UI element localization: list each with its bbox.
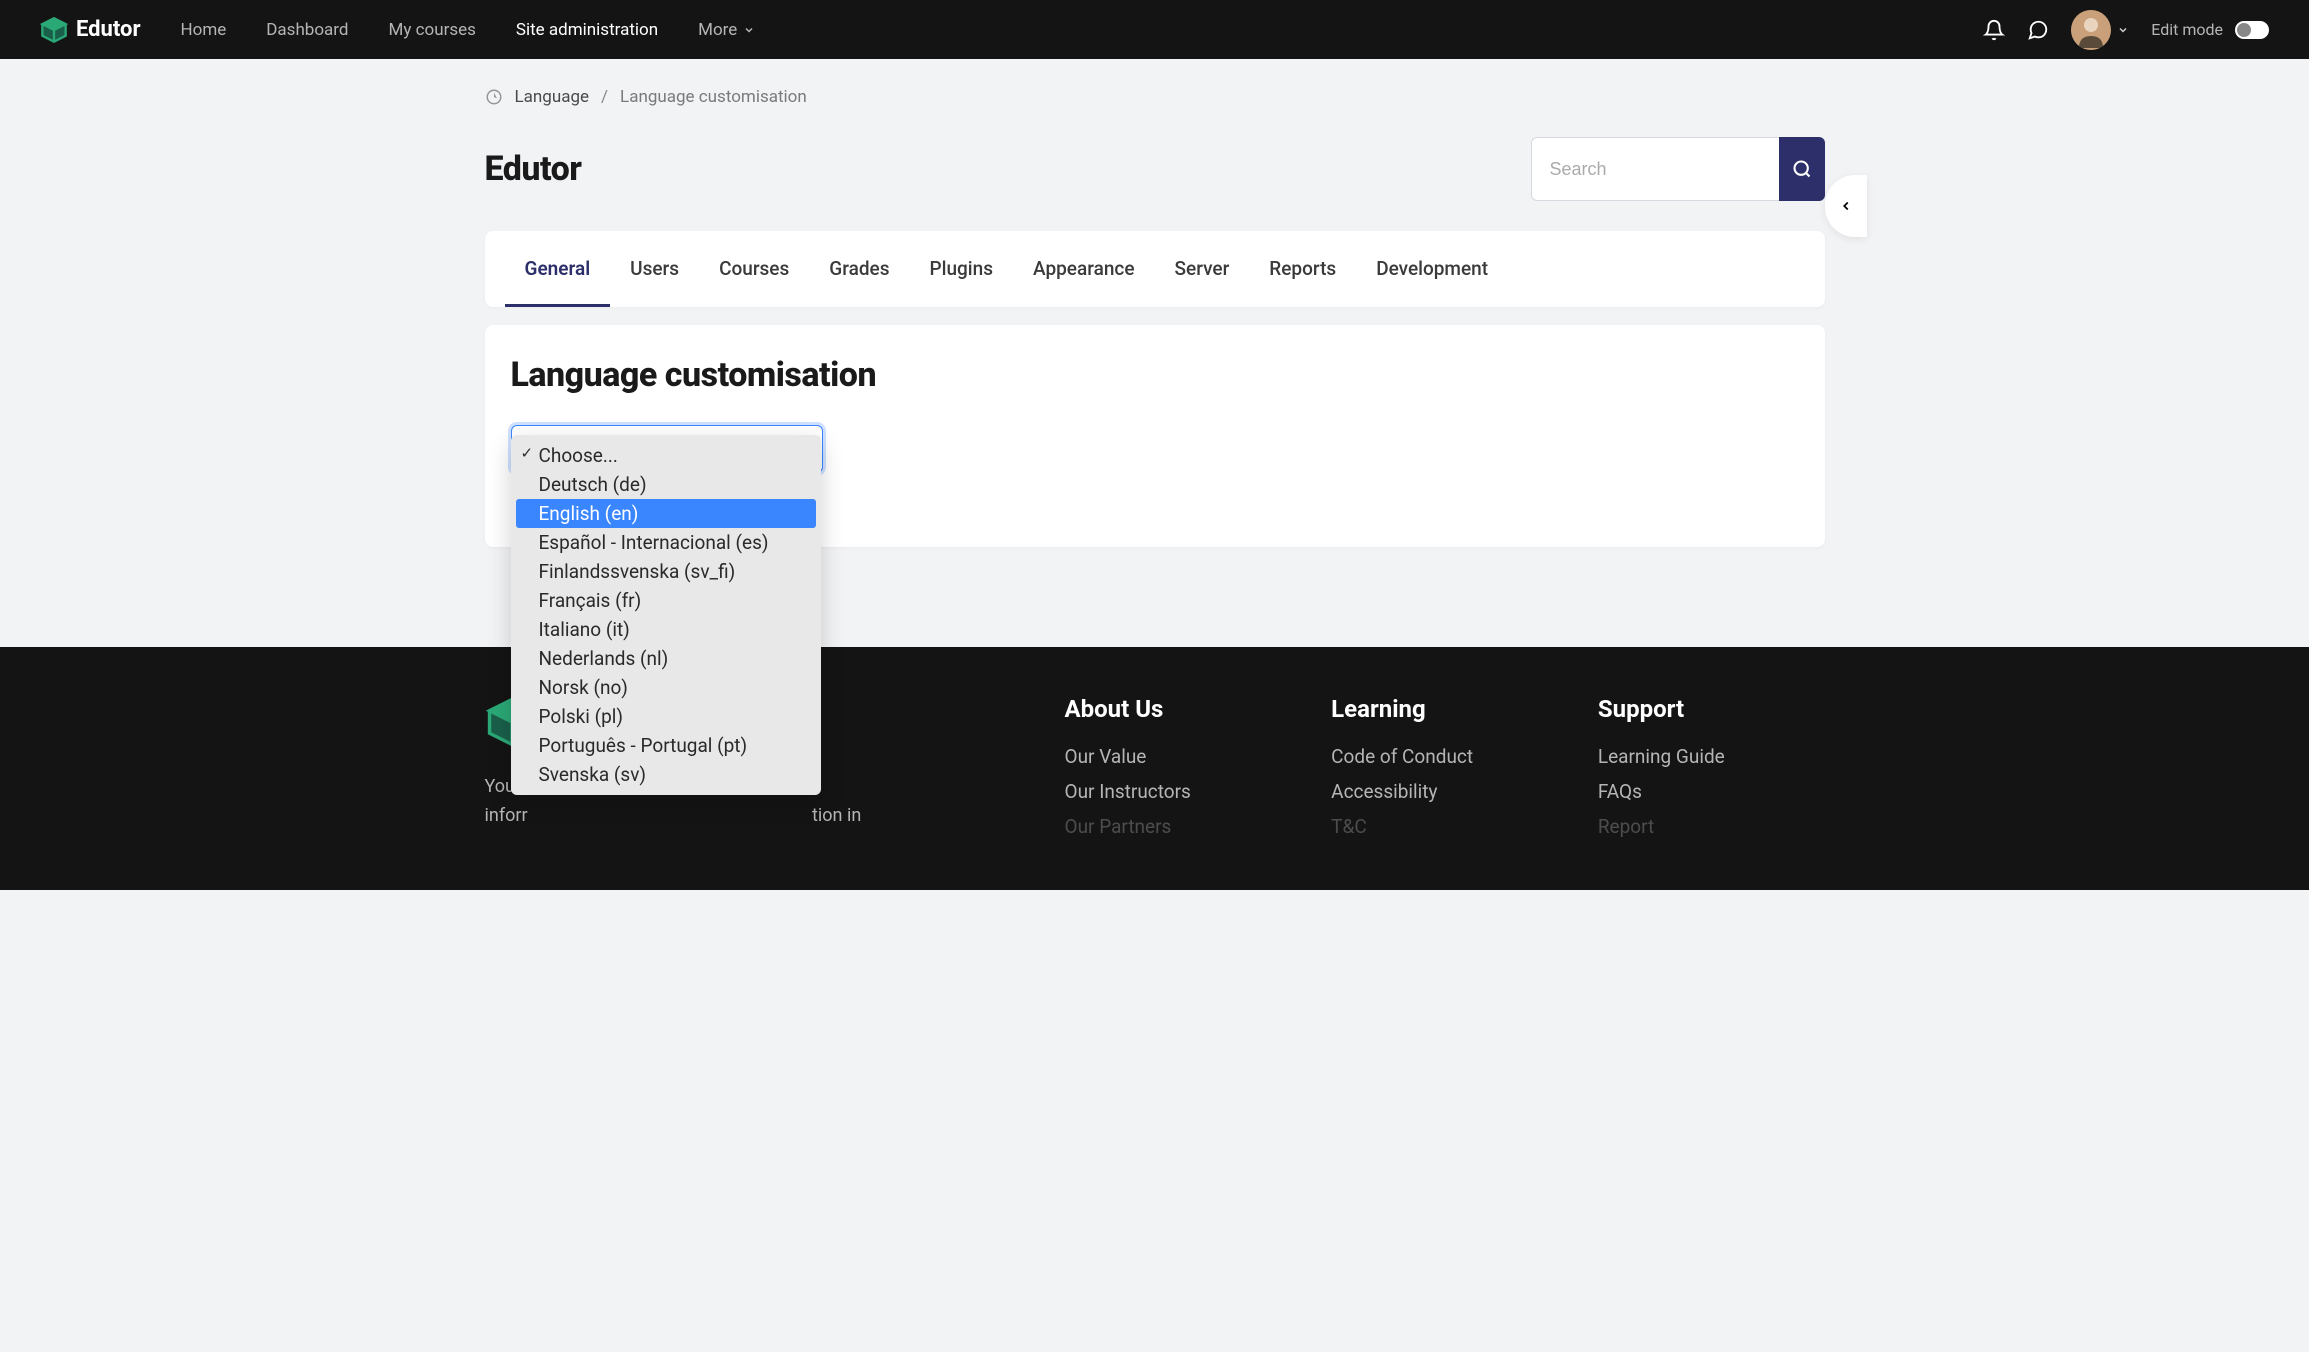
- tab-courses[interactable]: Courses: [699, 231, 809, 307]
- language-option[interactable]: Français (fr): [511, 586, 821, 615]
- tab-reports[interactable]: Reports: [1249, 231, 1356, 307]
- tab-grades[interactable]: Grades: [809, 231, 909, 307]
- chat-icon[interactable]: [2027, 19, 2049, 41]
- footer-link-code-of-conduct[interactable]: Code of Conduct: [1331, 745, 1558, 768]
- edit-mode-label: Edit mode: [2151, 20, 2223, 39]
- tab-users[interactable]: Users: [610, 231, 699, 307]
- search: [1531, 137, 1825, 201]
- language-option[interactable]: Italiano (it): [511, 615, 821, 644]
- brand-logo-icon: [40, 16, 68, 44]
- edit-mode-toggle[interactable]: [2235, 21, 2269, 39]
- search-input[interactable]: [1531, 137, 1779, 201]
- language-select[interactable]: Choose...Deutsch (de)English (en)Español…: [511, 425, 823, 473]
- language-option[interactable]: Deutsch (de): [511, 470, 821, 499]
- language-option[interactable]: Norsk (no): [511, 673, 821, 702]
- footer-heading-support: Support: [1598, 695, 1825, 723]
- footer-link-tc[interactable]: T&C: [1331, 815, 1558, 838]
- footer-link-accessibility[interactable]: Accessibility: [1331, 780, 1558, 803]
- breadcrumb-separator: /: [601, 87, 608, 107]
- user-menu[interactable]: [2071, 10, 2129, 50]
- dashboard-icon: [485, 88, 503, 106]
- content-card: Language customisation Choose...Deutsch …: [485, 325, 1825, 547]
- brand[interactable]: Edutor: [40, 16, 141, 44]
- footer-link-our-value[interactable]: Our Value: [1065, 745, 1292, 768]
- drawer-toggle[interactable]: [1825, 175, 1867, 237]
- content-heading: Language customisation: [511, 355, 1799, 395]
- footer-heading-learning: Learning: [1331, 695, 1558, 723]
- search-icon: [1792, 159, 1812, 179]
- nav-more-label: More: [698, 20, 737, 40]
- top-navbar: Edutor Home Dashboard My courses Site ad…: [0, 0, 2309, 59]
- edit-mode-control: Edit mode: [2151, 20, 2269, 39]
- page-title: Edutor: [485, 149, 582, 189]
- admin-tabs: General Users Courses Grades Plugins App…: [485, 231, 1825, 307]
- tab-general[interactable]: General: [505, 231, 611, 307]
- chevron-left-icon: [1839, 199, 1853, 213]
- nav-home[interactable]: Home: [181, 20, 227, 40]
- chevron-down-icon: [2117, 24, 2129, 36]
- tab-server[interactable]: Server: [1155, 231, 1250, 307]
- nav-site-administration[interactable]: Site administration: [516, 20, 658, 40]
- breadcrumb: Language / Language customisation: [485, 59, 1825, 107]
- footer-heading-about: About Us: [1065, 695, 1292, 723]
- footer-link-faqs[interactable]: FAQs: [1598, 780, 1825, 803]
- avatar: [2071, 10, 2111, 50]
- search-button[interactable]: [1779, 137, 1825, 201]
- breadcrumb-current: Language customisation: [620, 87, 807, 107]
- nav-more[interactable]: More: [698, 20, 755, 40]
- language-option[interactable]: Nederlands (nl): [511, 644, 821, 673]
- language-option[interactable]: Português - Portugal (pt): [511, 731, 821, 760]
- nav-dashboard[interactable]: Dashboard: [266, 20, 348, 40]
- language-option[interactable]: Svenska (sv): [511, 760, 821, 789]
- brand-name: Edutor: [76, 17, 141, 42]
- breadcrumb-language[interactable]: Language: [515, 87, 590, 107]
- language-option[interactable]: Choose...: [511, 441, 821, 470]
- footer-link-report[interactable]: Report: [1598, 815, 1825, 838]
- footer-link-learning-guide[interactable]: Learning Guide: [1598, 745, 1825, 768]
- language-option[interactable]: Finlandssvenska (sv_fi): [511, 557, 821, 586]
- language-dropdown-list: Choose...Deutsch (de)English (en)Español…: [511, 435, 821, 795]
- footer: You c inforr tion in About Us Our Value …: [0, 647, 2309, 890]
- nav-right: Edit mode: [1983, 10, 2269, 50]
- footer-link-our-instructors[interactable]: Our Instructors: [1065, 780, 1292, 803]
- bell-icon[interactable]: [1983, 19, 2005, 41]
- language-option[interactable]: Polski (pl): [511, 702, 821, 731]
- footer-link-our-partners[interactable]: Our Partners: [1065, 815, 1292, 838]
- nav-my-courses[interactable]: My courses: [389, 20, 476, 40]
- tab-plugins[interactable]: Plugins: [910, 231, 1014, 307]
- tab-appearance[interactable]: Appearance: [1013, 231, 1155, 307]
- nav-links: Home Dashboard My courses Site administr…: [181, 20, 659, 40]
- chevron-down-icon: [743, 24, 755, 36]
- language-option[interactable]: English (en): [516, 499, 816, 528]
- language-option[interactable]: Español - Internacional (es): [511, 528, 821, 557]
- tab-development[interactable]: Development: [1356, 231, 1508, 307]
